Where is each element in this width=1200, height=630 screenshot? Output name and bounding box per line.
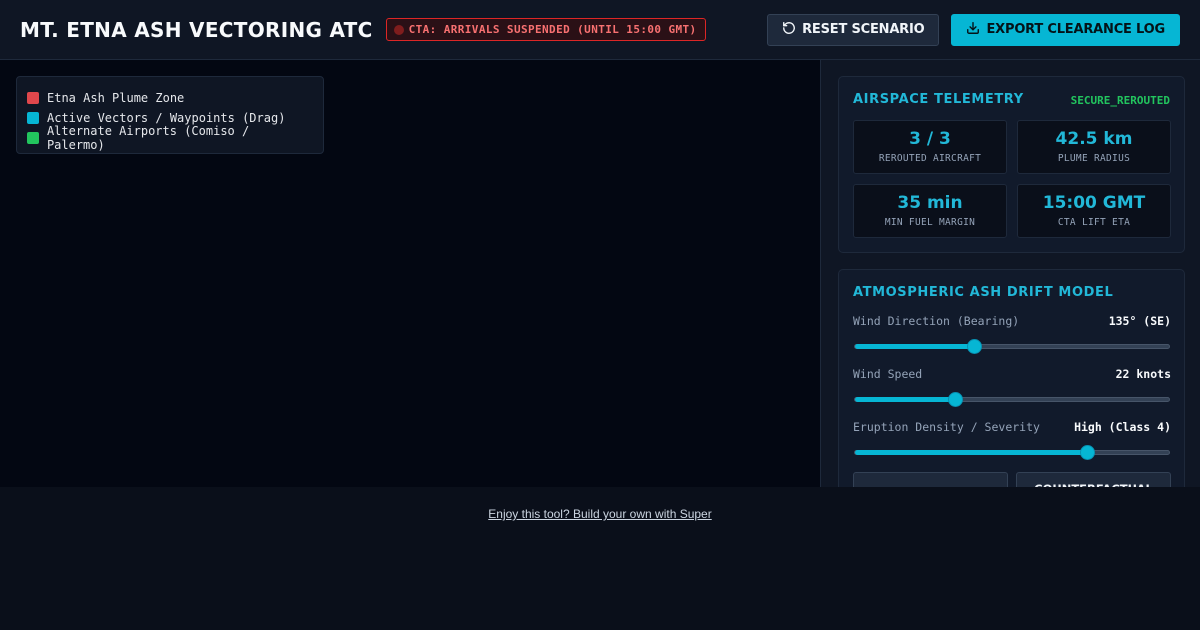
metric-label: MIN FUEL MARGIN bbox=[884, 217, 976, 228]
metric-label: PLUME RADIUS bbox=[1057, 153, 1131, 164]
reset-scenario-label: RESET SCENARIO bbox=[802, 22, 925, 37]
slider-fill bbox=[855, 450, 1088, 455]
metric-value: 15:00 GMT bbox=[1042, 193, 1146, 213]
slider-row-wind-direction: Wind Direction (Bearing) 135° (SE) bbox=[853, 314, 1171, 328]
top-bar: MT. ETNA ASH VECTORING ATC CTA: ARRIVALS… bbox=[0, 0, 1200, 60]
slider-fill bbox=[855, 344, 975, 349]
airspace-status: SECURE_REROUTED bbox=[1070, 94, 1170, 107]
legend-swatch-vectors bbox=[27, 112, 39, 124]
eruption-density-slider[interactable] bbox=[854, 445, 1170, 460]
legend-item-alternates: Alternate Airports (Comiso / Palermo) bbox=[27, 124, 313, 152]
cta-status-badge: CTA: ARRIVALS SUSPENDED (UNTIL 15:00 GMT… bbox=[385, 18, 706, 41]
legend-label-alternates: Alternate Airports (Comiso / Palermo) bbox=[46, 124, 250, 152]
wind-direction-slider[interactable] bbox=[854, 339, 1170, 354]
slider-thumb[interactable] bbox=[947, 392, 963, 407]
metric-value: 35 min bbox=[897, 193, 963, 213]
reset-scenario-button[interactable]: RESET SCENARIO bbox=[767, 13, 940, 46]
telemetry-title: AIRSPACE TELEMETRY bbox=[853, 92, 1024, 107]
metric-value: 42.5 km bbox=[1055, 129, 1133, 149]
wind-speed-slider[interactable] bbox=[854, 392, 1170, 407]
control-sidebar: AIRSPACE TELEMETRY SECURE_REROUTED 3 / 3… bbox=[820, 60, 1200, 487]
legend-swatch-plume bbox=[27, 92, 39, 104]
metric-rerouted-aircraft: 3 / 3 REROUTED AIRCRAFT bbox=[853, 120, 1007, 174]
eruption-density-value: High (Class 4) bbox=[1074, 420, 1171, 434]
cta-status-text: CTA: ARRIVALS SUSPENDED (UNTIL 15:00 GMT… bbox=[408, 23, 697, 36]
legend-label-vectors: Active Vectors / Waypoints (Drag) bbox=[47, 111, 286, 125]
metric-value: 3 / 3 bbox=[909, 129, 951, 149]
slider-thumb[interactable] bbox=[1079, 445, 1095, 460]
slider-thumb[interactable] bbox=[966, 339, 982, 354]
metric-cta-lift-eta: 15:00 GMT CTA LIFT ETA bbox=[1017, 184, 1171, 238]
map-legend: Etna Ash Plume Zone Active Vectors / Way… bbox=[16, 76, 324, 154]
slider-row-wind-speed: Wind Speed 22 knots bbox=[853, 367, 1171, 381]
export-clearance-log-label: EXPORT CLEARANCE LOG bbox=[986, 22, 1165, 37]
legend-swatch-alternates bbox=[27, 132, 39, 144]
telemetry-panel: AIRSPACE TELEMETRY SECURE_REROUTED 3 / 3… bbox=[838, 76, 1185, 253]
wind-speed-label: Wind Speed bbox=[853, 367, 923, 381]
ash-drift-model-panel: ATMOSPHERIC ASH DRIFT MODEL Wind Directi… bbox=[838, 269, 1185, 487]
scenario-mode-button-primary[interactable] bbox=[853, 472, 1008, 487]
wind-direction-label: Wind Direction (Bearing) bbox=[853, 314, 1020, 328]
legend-label-plume: Etna Ash Plume Zone bbox=[47, 91, 185, 105]
metric-plume-radius: 42.5 km PLUME RADIUS bbox=[1017, 120, 1171, 174]
footer-link-wrap: Enjoy this tool? Build your own with Sup… bbox=[0, 507, 1200, 521]
slider-fill bbox=[855, 397, 956, 402]
eruption-density-label: Eruption Density / Severity bbox=[853, 420, 1040, 434]
alert-dot-icon bbox=[393, 24, 404, 35]
metric-label: REROUTED AIRCRAFT bbox=[878, 153, 982, 164]
airspace-map[interactable]: Etna Ash Plume Zone Active Vectors / Way… bbox=[0, 60, 820, 487]
drift-model-title: ATMOSPHERIC ASH DRIFT MODEL bbox=[853, 285, 1114, 300]
app-title: MT. ETNA ASH VECTORING ATC bbox=[20, 17, 373, 42]
wind-speed-value: 22 knots bbox=[1115, 367, 1171, 381]
export-clearance-log-button[interactable]: EXPORT CLEARANCE LOG bbox=[951, 13, 1180, 46]
counterfactual-button[interactable]: COUNTERFACTUAL bbox=[1016, 472, 1171, 487]
slider-row-eruption-density: Eruption Density / Severity High (Class … bbox=[853, 420, 1171, 434]
build-your-own-link[interactable]: Enjoy this tool? Build your own with Sup… bbox=[488, 507, 711, 521]
page-footer: Enjoy this tool? Build your own with Sup… bbox=[0, 487, 1200, 630]
rotate-ccw-icon bbox=[782, 21, 796, 39]
legend-item-plume: Etna Ash Plume Zone bbox=[27, 88, 313, 108]
download-icon bbox=[966, 21, 980, 39]
wind-direction-value: 135° (SE) bbox=[1108, 314, 1171, 328]
telemetry-grid: 3 / 3 REROUTED AIRCRAFT 42.5 km PLUME RA… bbox=[853, 120, 1171, 238]
metric-label: CTA LIFT ETA bbox=[1057, 217, 1131, 228]
header-actions: RESET SCENARIO EXPORT CLEARANCE LOG bbox=[767, 13, 1180, 46]
metric-min-fuel-margin: 35 min MIN FUEL MARGIN bbox=[853, 184, 1007, 238]
